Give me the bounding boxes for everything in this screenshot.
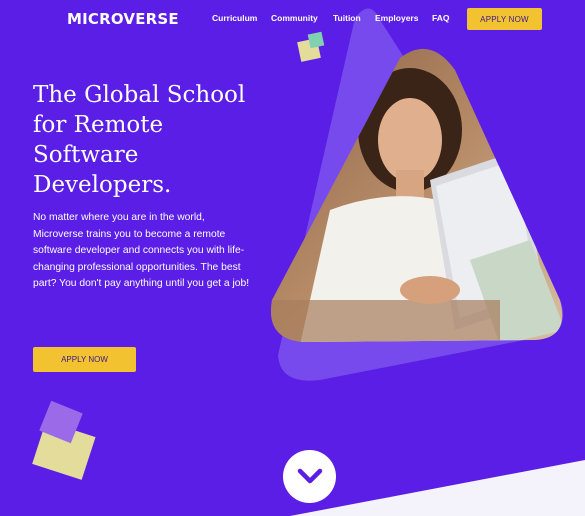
nav-apply-button[interactable]: APPLY NOW [467,8,542,30]
chevron-down-icon [297,468,322,483]
deco-square-green-small [307,31,325,49]
hero-headline-line: Developers. [33,172,172,198]
hero-photo [270,48,563,343]
nav-item-community[interactable]: Community [271,13,318,23]
hero-headline: The Global School for Remote Software De… [33,80,273,200]
hero-description: No matter where you are in the world, Mi… [33,212,250,289]
hero-apply-button[interactable]: APPLY NOW [33,347,136,372]
scroll-down-button[interactable] [283,450,336,503]
brand-logo[interactable]: MICROVERSE [67,10,179,28]
nav-item-faq[interactable]: FAQ [432,13,449,23]
hero-headline-line: The Global School [33,82,246,108]
hero-headline-line: Software [33,142,139,168]
landing-page: MICROVERSE Curriculum Community Tuition … [0,0,585,516]
nav-item-tuition[interactable]: Tuition [333,13,361,23]
nav-item-employers[interactable]: Employers [375,13,418,23]
hero-headline-line: for Remote [33,112,164,138]
nav-item-curriculum[interactable]: Curriculum [212,13,257,23]
